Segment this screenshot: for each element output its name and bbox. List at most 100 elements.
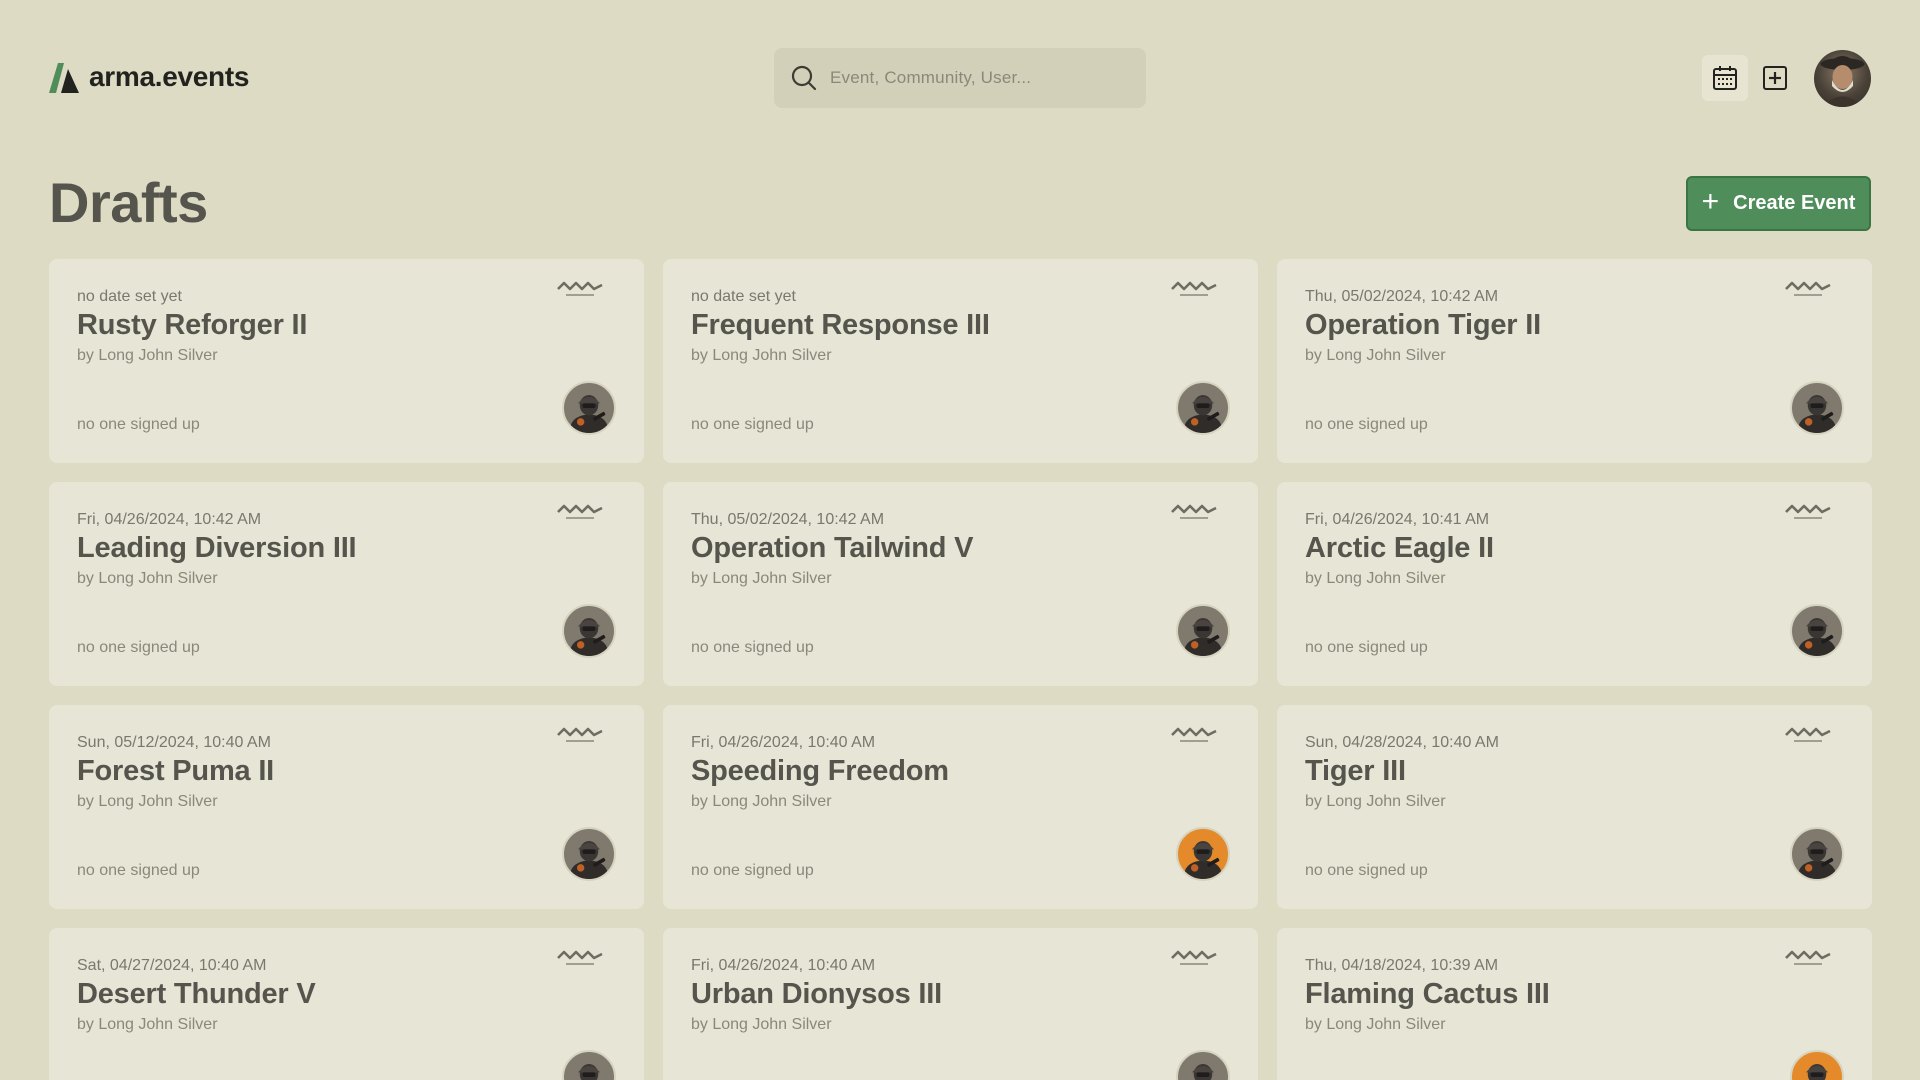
- arma-reforger-logo-icon: [1171, 950, 1217, 965]
- event-card[interactable]: no date set yet Rusty Reforger II by Lon…: [49, 259, 644, 463]
- event-date: Thu, 04/18/2024, 10:39 AM: [1305, 957, 1499, 974]
- creator-avatar[interactable]: [1790, 1050, 1844, 1080]
- soldier-icon: [1184, 395, 1222, 433]
- brand-logo[interactable]: arma.events: [49, 61, 249, 93]
- soldier-icon: [1805, 1064, 1829, 1080]
- event-card[interactable]: Fri, 04/26/2024, 10:40 AM Urban Dionysos…: [663, 928, 1258, 1080]
- creator-avatar[interactable]: [1176, 1050, 1230, 1080]
- search-icon: [791, 65, 817, 91]
- arma-reforger-logo-icon: [557, 950, 603, 965]
- event-card[interactable]: Thu, 05/02/2024, 10:42 AM Operation Tige…: [1277, 259, 1872, 463]
- event-title: Forest Puma II: [77, 755, 275, 787]
- event-signups: no one signed up: [1305, 416, 1428, 433]
- arma-reforger-logo-icon: [557, 281, 603, 296]
- event-card[interactable]: Sun, 04/28/2024, 10:40 AM Tiger III by L…: [1277, 705, 1872, 909]
- soldier-icon: [1798, 618, 1836, 656]
- event-signups: no one signed up: [1305, 862, 1428, 879]
- event-signups: no one signed up: [1305, 639, 1428, 656]
- event-date: Thu, 05/02/2024, 10:42 AM: [691, 511, 885, 528]
- creator-avatar[interactable]: [562, 827, 616, 881]
- creator-avatar[interactable]: [1790, 827, 1844, 881]
- event-title: Urban Dionysos III: [691, 978, 942, 1010]
- user-avatar[interactable]: [1814, 50, 1871, 107]
- drafts-grid: no date set yet Rusty Reforger II by Lon…: [49, 259, 1872, 1080]
- event-author: by Long John Silver: [77, 570, 218, 587]
- event-card[interactable]: Fri, 04/26/2024, 10:42 AM Leading Divers…: [49, 482, 644, 686]
- plus-icon: +: [1701, 185, 1720, 218]
- creator-avatar[interactable]: [1790, 381, 1844, 435]
- event-author: by Long John Silver: [77, 793, 218, 810]
- event-date: Fri, 04/26/2024, 10:42 AM: [77, 511, 262, 528]
- arma-reforger-logo-icon: [1171, 281, 1217, 296]
- event-title: Operation Tailwind V: [691, 532, 974, 564]
- event-card[interactable]: no date set yet Frequent Response III by…: [663, 259, 1258, 463]
- soldier-icon: [570, 841, 608, 879]
- event-author: by Long John Silver: [1305, 347, 1446, 364]
- creator-avatar[interactable]: [562, 381, 616, 435]
- arma-reforger-logo-icon: [1171, 727, 1217, 742]
- event-date: Fri, 04/26/2024, 10:40 AM: [691, 957, 876, 974]
- creator-avatar[interactable]: [1790, 604, 1844, 658]
- soldier-icon: [1191, 1064, 1215, 1080]
- arma-reforger-logo-icon: [557, 727, 603, 742]
- event-author: by Long John Silver: [691, 347, 832, 364]
- event-signups: no one signed up: [691, 862, 814, 879]
- creator-avatar[interactable]: [562, 1050, 616, 1080]
- soldier-icon: [570, 395, 608, 433]
- event-card[interactable]: Thu, 04/18/2024, 10:39 AM Flaming Cactus…: [1277, 928, 1872, 1080]
- add-button[interactable]: [1752, 55, 1798, 101]
- event-date: Fri, 04/26/2024, 10:41 AM: [1305, 511, 1490, 528]
- event-title: Arctic Eagle II: [1305, 532, 1494, 564]
- arma-reforger-logo-icon: [1785, 950, 1831, 965]
- arma-reforger-logo-icon: [557, 504, 603, 519]
- event-date: Sun, 04/28/2024, 10:40 AM: [1305, 734, 1499, 751]
- event-signups: no one signed up: [691, 416, 814, 433]
- soldier-icon: [1798, 841, 1836, 879]
- creator-avatar[interactable]: [562, 604, 616, 658]
- event-card[interactable]: Thu, 05/02/2024, 10:42 AM Operation Tail…: [663, 482, 1258, 686]
- arma-reforger-logo-icon: [1785, 727, 1831, 742]
- soldier-icon: [570, 618, 608, 656]
- event-author: by Long John Silver: [77, 1016, 218, 1033]
- event-date: Sun, 05/12/2024, 10:40 AM: [77, 734, 271, 751]
- event-author: by Long John Silver: [691, 793, 832, 810]
- creator-avatar[interactable]: [1176, 604, 1230, 658]
- creator-avatar[interactable]: [1176, 381, 1230, 435]
- event-author: by Long John Silver: [77, 347, 218, 364]
- event-title: Desert Thunder V: [77, 978, 316, 1010]
- event-title: Leading Diversion III: [77, 532, 357, 564]
- event-date: Thu, 05/02/2024, 10:42 AM: [1305, 288, 1499, 305]
- search-input[interactable]: [830, 68, 1110, 88]
- event-card[interactable]: Fri, 04/26/2024, 10:40 AM Speeding Freed…: [663, 705, 1258, 909]
- soldier-icon: [1184, 841, 1222, 879]
- event-card[interactable]: Sat, 04/27/2024, 10:40 AM Desert Thunder…: [49, 928, 644, 1080]
- brand-name: arma.events: [89, 61, 250, 92]
- event-card[interactable]: Sun, 05/12/2024, 10:40 AM Forest Puma II…: [49, 705, 644, 909]
- soldier-icon: [577, 1064, 601, 1080]
- event-title: Tiger III: [1305, 755, 1406, 787]
- calendar-button[interactable]: [1702, 55, 1748, 101]
- event-date: no date set yet: [77, 288, 182, 305]
- event-author: by Long John Silver: [691, 1016, 832, 1033]
- event-signups: no one signed up: [77, 416, 200, 433]
- event-title: Flaming Cactus III: [1305, 978, 1550, 1010]
- soldier-icon: [1184, 618, 1222, 656]
- page-title: Drafts: [49, 171, 208, 234]
- event-title: Speeding Freedom: [691, 755, 949, 787]
- calendar-icon: [1713, 66, 1737, 90]
- creator-avatar[interactable]: [1176, 827, 1230, 881]
- event-date: Sat, 04/27/2024, 10:40 AM: [77, 957, 267, 974]
- event-card[interactable]: Fri, 04/26/2024, 10:41 AM Arctic Eagle I…: [1277, 482, 1872, 686]
- arma-reforger-logo-icon: [1171, 504, 1217, 519]
- event-title: Frequent Response III: [691, 309, 990, 341]
- event-author: by Long John Silver: [1305, 793, 1446, 810]
- create-event-button[interactable]: + Create Event: [1686, 176, 1871, 231]
- event-title: Rusty Reforger II: [77, 309, 308, 341]
- arma-reforger-logo-icon: [1785, 281, 1831, 296]
- search-bar[interactable]: [774, 48, 1146, 108]
- event-author: by Long John Silver: [1305, 1016, 1446, 1033]
- arma-reforger-logo-icon: [1785, 504, 1831, 519]
- event-date: no date set yet: [691, 288, 796, 305]
- event-date: Fri, 04/26/2024, 10:40 AM: [691, 734, 876, 751]
- soldier-icon: [1798, 395, 1836, 433]
